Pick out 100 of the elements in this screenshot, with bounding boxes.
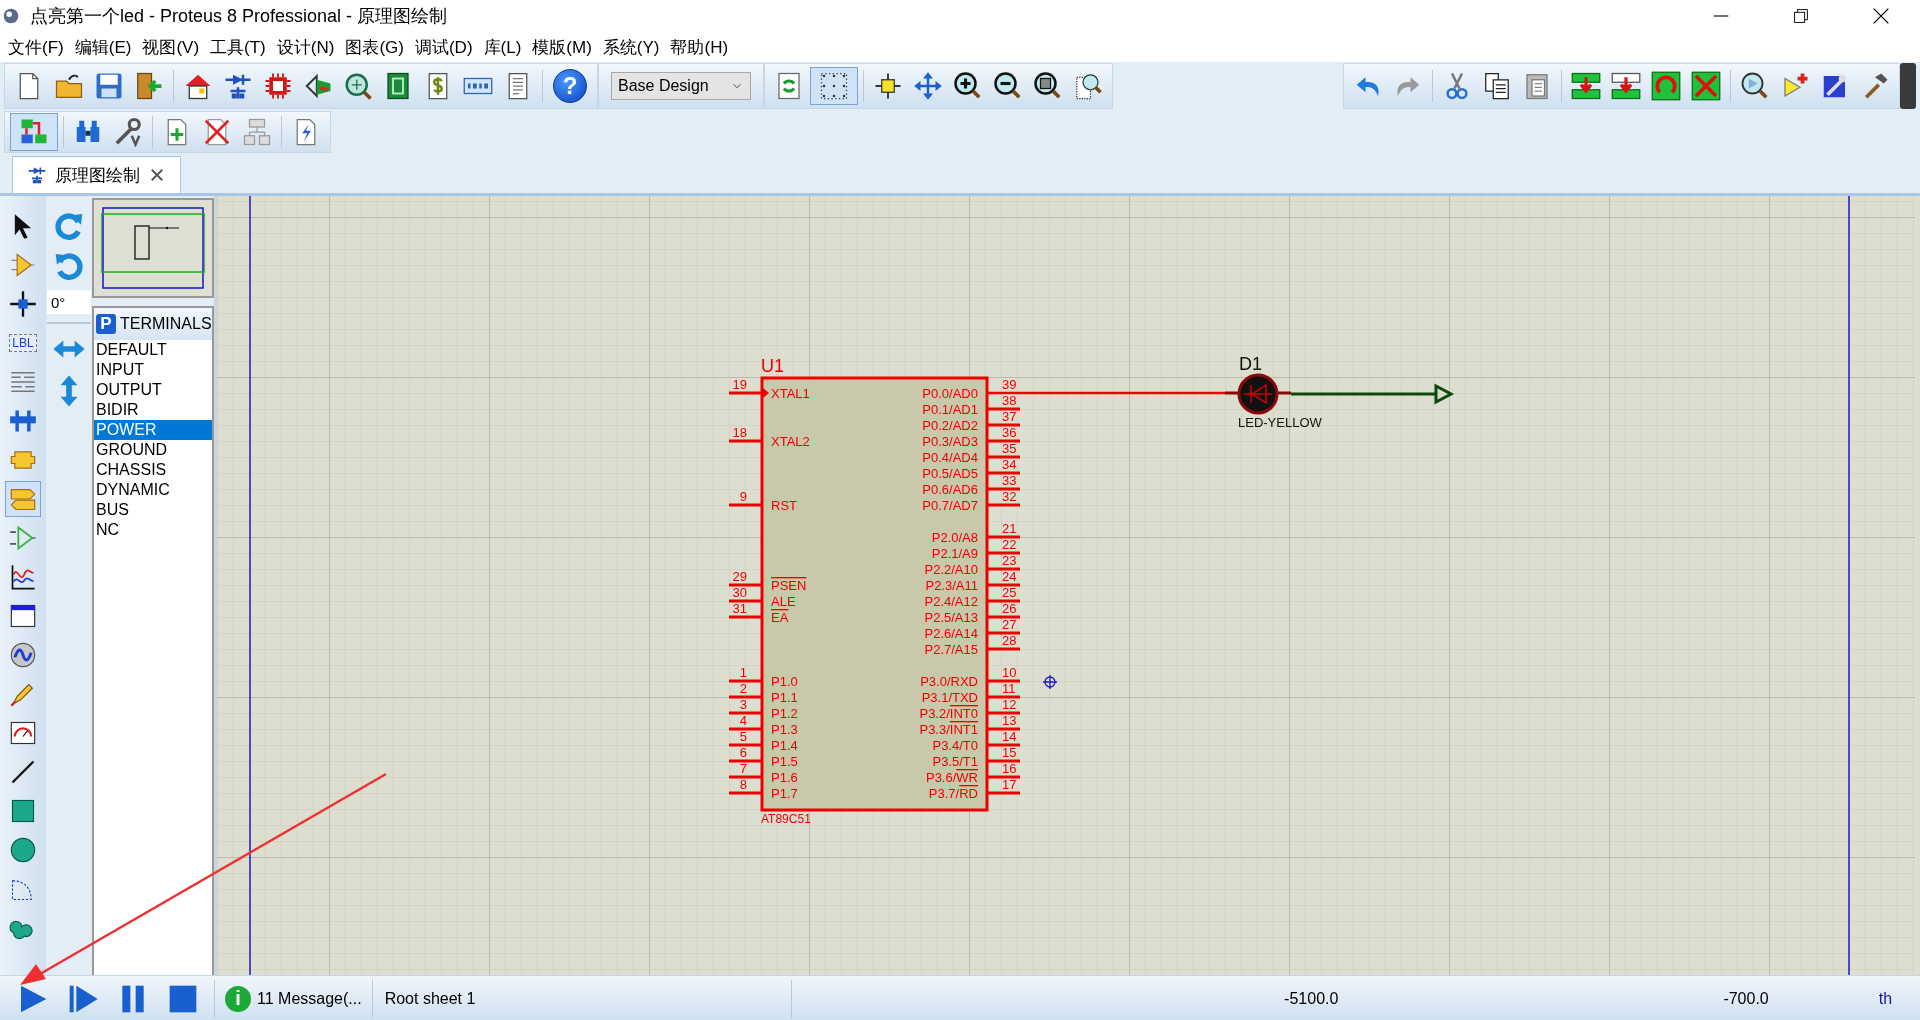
pin-number: 25 (1002, 585, 1017, 600)
block-rotate-icon[interactable] (1651, 71, 1681, 101)
terminal-list-item[interactable]: GROUND (94, 440, 212, 460)
origin-icon[interactable] (873, 71, 903, 101)
pin-line (987, 503, 1020, 507)
pin-line (729, 711, 762, 715)
pin-number: 34 (1002, 457, 1017, 472)
probe-icon[interactable] (1740, 71, 1770, 101)
terminal-list-item[interactable]: CHASSIS (94, 460, 212, 480)
junction-icon[interactable] (9, 290, 37, 318)
window-icon[interactable] (9, 602, 37, 630)
pin-line (987, 567, 1020, 571)
pin-label: P3.5/T1 (932, 754, 978, 769)
pin-label: P3.1/TXD (921, 690, 978, 705)
design-dropdown[interactable]: Base Design (611, 72, 751, 100)
grid-icon[interactable] (819, 71, 849, 101)
menu-item[interactable]: 库(L) (479, 35, 529, 59)
pin-label: P2.1/A9 (931, 546, 978, 561)
pin-label: P2.6/A14 (924, 626, 978, 641)
pin-label: P1.1 (771, 690, 798, 705)
pin-label: P0.0/AD0 (922, 386, 978, 401)
pin-line (987, 551, 1020, 555)
zoom-area-icon[interactable] (1073, 71, 1103, 101)
pin-line (729, 503, 762, 507)
rotation-field[interactable]: 0° (47, 290, 91, 314)
zoom-in-icon[interactable] (953, 71, 983, 101)
pin-label: P1.6 (771, 770, 798, 785)
menu-item[interactable]: 编辑(E) (70, 35, 139, 59)
pin-line (729, 583, 762, 587)
menu-item[interactable]: 模版(M) (528, 35, 599, 59)
zoom-all-icon[interactable] (1033, 71, 1063, 101)
pin-number: 31 (732, 601, 747, 616)
y-coordinate: -700.0 (1723, 989, 1769, 1008)
pin-number: 9 (739, 489, 747, 504)
meter-icon[interactable] (9, 719, 37, 747)
line-icon[interactable] (9, 758, 37, 786)
pin-label: P0.1/AD1 (922, 402, 978, 417)
pin-number: 2 (739, 681, 747, 696)
pin-label: P3.3/INT1 (919, 722, 978, 737)
copy-icon[interactable] (1482, 71, 1512, 101)
circle-icon[interactable] (9, 836, 37, 864)
menu-item[interactable]: 调试(D) (410, 35, 480, 59)
rotate-anticlockwise-icon[interactable] (53, 250, 85, 282)
overview-panel[interactable] (92, 198, 214, 298)
terminal-list-item[interactable]: NC (94, 520, 212, 540)
sheet-tree-icon[interactable] (242, 117, 272, 147)
terminal-list-item[interactable]: BIDIR (94, 400, 212, 420)
message-count[interactable]: 11 Message(... (257, 989, 362, 1008)
terminal-list-item[interactable]: BUS (94, 500, 212, 520)
pin-label: ALE (771, 594, 796, 609)
save-icon[interactable] (94, 71, 124, 101)
terminal-list-item[interactable]: DEFAULT (94, 340, 212, 360)
help-button[interactable]: ? (553, 69, 587, 103)
pin-label: P2.0/A8 (931, 530, 978, 545)
pin-line (987, 599, 1020, 603)
zoom-out-icon[interactable] (993, 71, 1023, 101)
label-tool[interactable]: LBL (9, 334, 37, 352)
terminal-list-item[interactable]: POWER (94, 420, 212, 440)
menu-item[interactable]: 视图(V) (138, 35, 207, 59)
rotate-clockwise-icon[interactable] (53, 210, 85, 242)
pin-label: P2.2/A10 (924, 562, 978, 577)
pin-line (987, 711, 1020, 715)
triangle-view-icon[interactable] (303, 71, 333, 101)
pin-line (729, 439, 762, 443)
menu-item[interactable]: 图表(G) (341, 35, 411, 59)
block-copy-icon[interactable] (1571, 71, 1601, 101)
device-pin-icon[interactable] (9, 524, 37, 552)
graph-icon[interactable] (9, 563, 37, 591)
block-move-icon[interactable] (1611, 71, 1641, 101)
pin-label: P0.7/AD7 (922, 498, 978, 513)
pin-number: 30 (732, 585, 747, 600)
pin-number: 8 (739, 777, 747, 792)
library-badge[interactable]: P (96, 314, 116, 334)
pan-icon[interactable] (913, 71, 943, 101)
door-arrow-icon[interactable] (134, 71, 164, 101)
generator-icon[interactable] (9, 641, 37, 669)
pin-number: 18 (732, 425, 747, 440)
pin-label: P2.5/A13 (924, 610, 978, 625)
delete-sheet-icon[interactable] (202, 117, 232, 147)
menu-item[interactable]: 系统(Y) (598, 35, 667, 59)
menu-item[interactable]: 帮助(H) (666, 35, 736, 59)
sheet-name: Root sheet 1 (384, 989, 476, 1008)
component-icon[interactable] (9, 251, 37, 279)
menu-item[interactable]: 设计(N) (272, 35, 342, 59)
menu-item[interactable]: 工具(T) (206, 35, 273, 59)
terminal-list-item[interactable]: INPUT (94, 360, 212, 380)
x-coordinate: -5100.0 (1283, 989, 1339, 1008)
terminal-list-item[interactable]: OUTPUT (94, 380, 212, 400)
box-icon[interactable] (9, 797, 37, 825)
menu-item[interactable]: 文件(F) (4, 35, 71, 59)
pin-label: P0.5/AD5 (922, 466, 978, 481)
pin-label: P0.2/AD2 (922, 418, 978, 433)
terminal-list-item[interactable]: DYNAMIC (94, 480, 212, 500)
grip-handle[interactable] (1900, 63, 1916, 109)
schematic-tab[interactable]: 原理图绘制 (12, 156, 181, 193)
close-icon[interactable] (148, 166, 166, 184)
magnifier-icon[interactable] (343, 71, 373, 101)
chip-icon[interactable] (263, 71, 293, 101)
wrench-icon[interactable] (113, 117, 143, 147)
block-delete-icon[interactable] (1691, 71, 1721, 101)
